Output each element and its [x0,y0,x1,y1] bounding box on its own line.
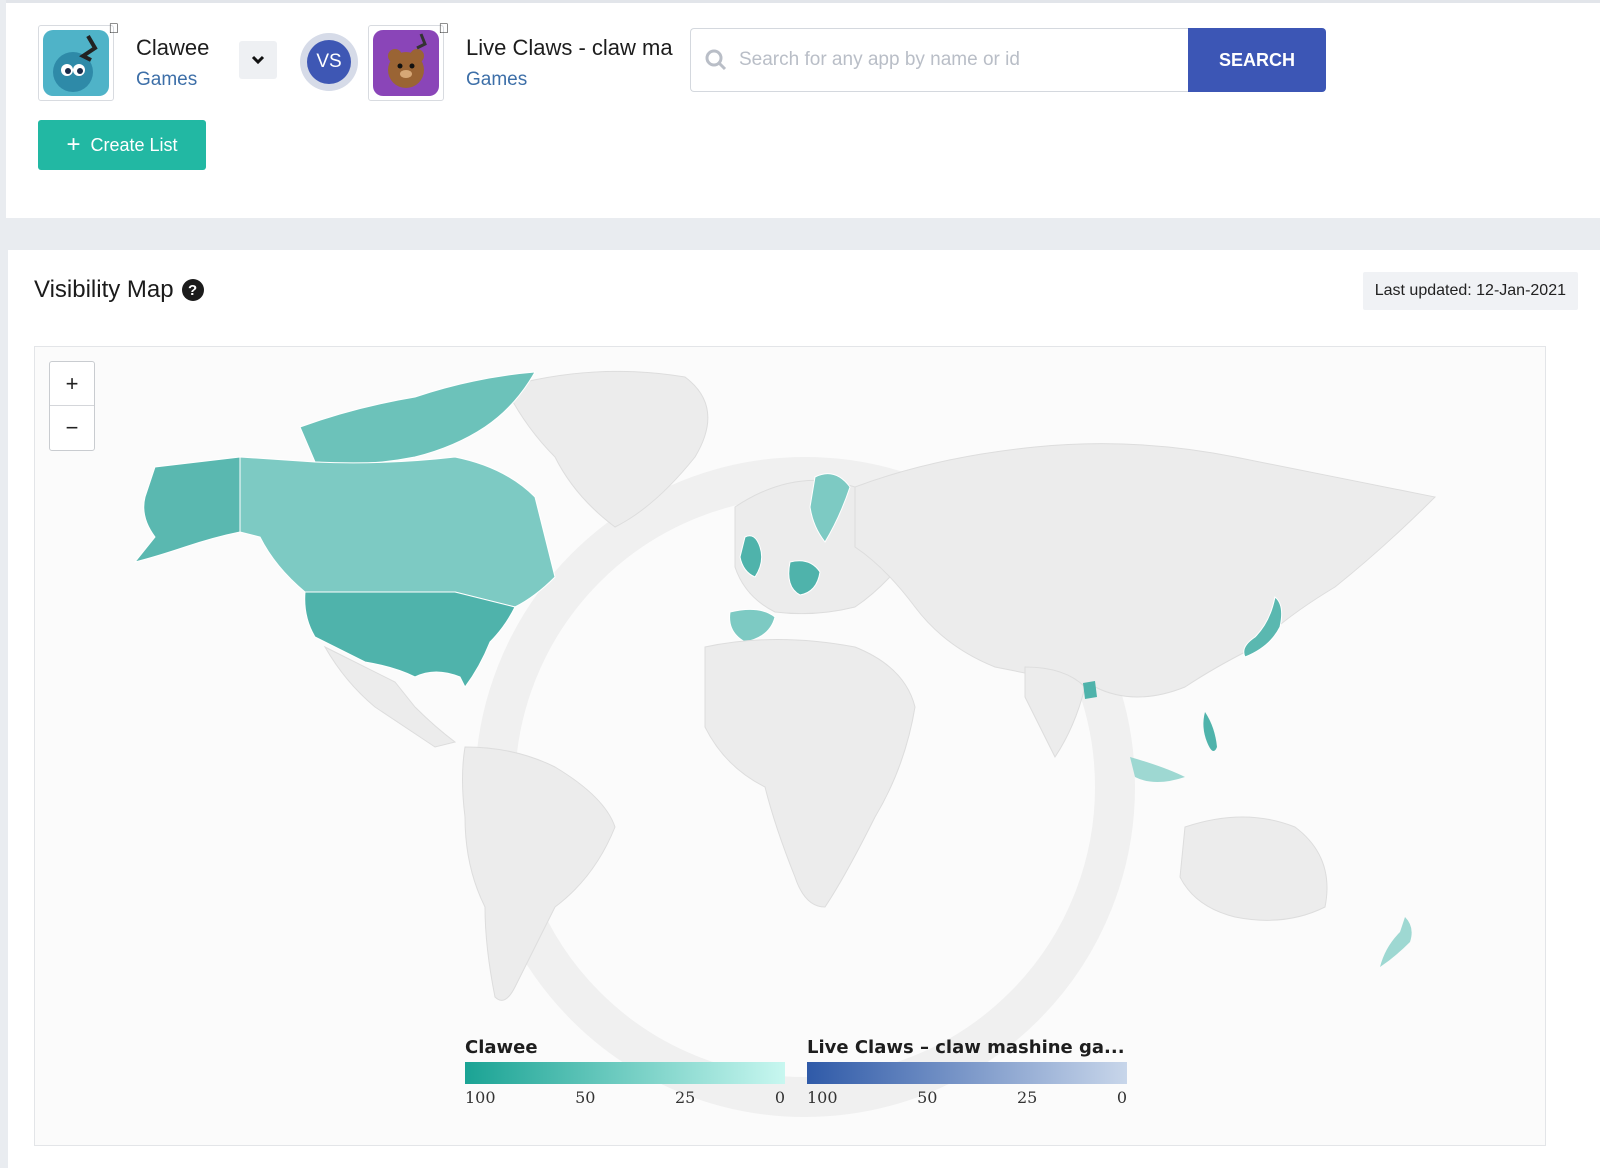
legend-tick: 25 [674,1088,696,1107]
app1-dropdown-button[interactable] [239,41,277,79]
legend-tick: 50 [917,1088,938,1107]
app1-block[interactable]:  Clawee Games [38,20,210,101]
map-region-spain [729,608,776,643]
section-title: Visibility Map ? [34,276,204,304]
app1-name: Clawee [136,35,210,60]
plus-icon: + [66,131,81,158]
legend-tick: 0 [774,1088,785,1107]
legend-clawee: Clawee 100 50 25 0 [465,1037,785,1107]
app2-name: Live Claws - claw ma [466,35,673,60]
search-input[interactable] [739,49,1159,71]
app2-block[interactable]:  Live Claws - claw ma Games [368,20,676,101]
legend-gradient [807,1062,1127,1084]
clawee-logo [43,30,109,96]
app2-icon[interactable]:  [368,20,449,101]
live-claws-logo [373,30,439,96]
legend-tick: 50 [575,1088,596,1107]
chevron-down-icon [251,55,265,65]
search-icon [705,49,727,71]
map-region-bangladesh [1083,681,1097,699]
legend-tick: 25 [1016,1088,1038,1107]
create-list-button[interactable]: + Create List [38,120,206,170]
world-map-canvas [133,370,1437,1117]
app1-category[interactable]: Games [136,69,209,91]
create-list-label: Create List [90,134,178,155]
map-region-usa [304,591,516,688]
zoom-in-button[interactable]: + [50,362,94,406]
map-region-new-zealand [1380,917,1412,967]
legend-title: Clawee [465,1037,538,1058]
map-region-alaska [133,456,241,563]
map-region-canada-arctic [299,371,536,465]
map-region-indonesia [1130,757,1185,782]
visibility-map-card: Visibility Map ? Last updated: 12-Jan-20… [8,250,1600,1168]
legend-live-claws: Live Claws – claw mashine ga... 100 50 2… [807,1037,1127,1107]
search-box[interactable] [690,28,1190,92]
legend-tick: 100 [807,1088,838,1107]
legend-tick: 0 [1116,1088,1127,1107]
question-icon[interactable]: ? [181,279,204,301]
world-map[interactable]: + − Clawee 100 50 25 0 Live Claws – claw… [34,346,1546,1146]
vs-label: VS [307,40,351,84]
app-compare-header:  Clawee Games VS  [6,0,1600,218]
app2-category[interactable]: Games [466,69,676,91]
map-region-philippines [1203,712,1217,751]
vs-badge: VS [300,33,358,91]
legend-title: Live Claws – claw mashine ga... [807,1037,1125,1058]
map-region-canada [239,456,556,608]
apple-icon:  [439,20,450,36]
search-button[interactable]: SEARCH [1188,28,1326,92]
last-updated-badge: Last updated: 12-Jan-2021 [1362,272,1578,310]
zoom-controls: + − [49,361,95,451]
page-title: Visibility Map [34,276,174,303]
app1-icon[interactable]:  [38,20,119,101]
legend-gradient [465,1062,785,1084]
legend-tick: 100 [465,1088,496,1107]
zoom-out-button[interactable]: − [50,406,94,450]
apple-icon:  [109,20,120,36]
